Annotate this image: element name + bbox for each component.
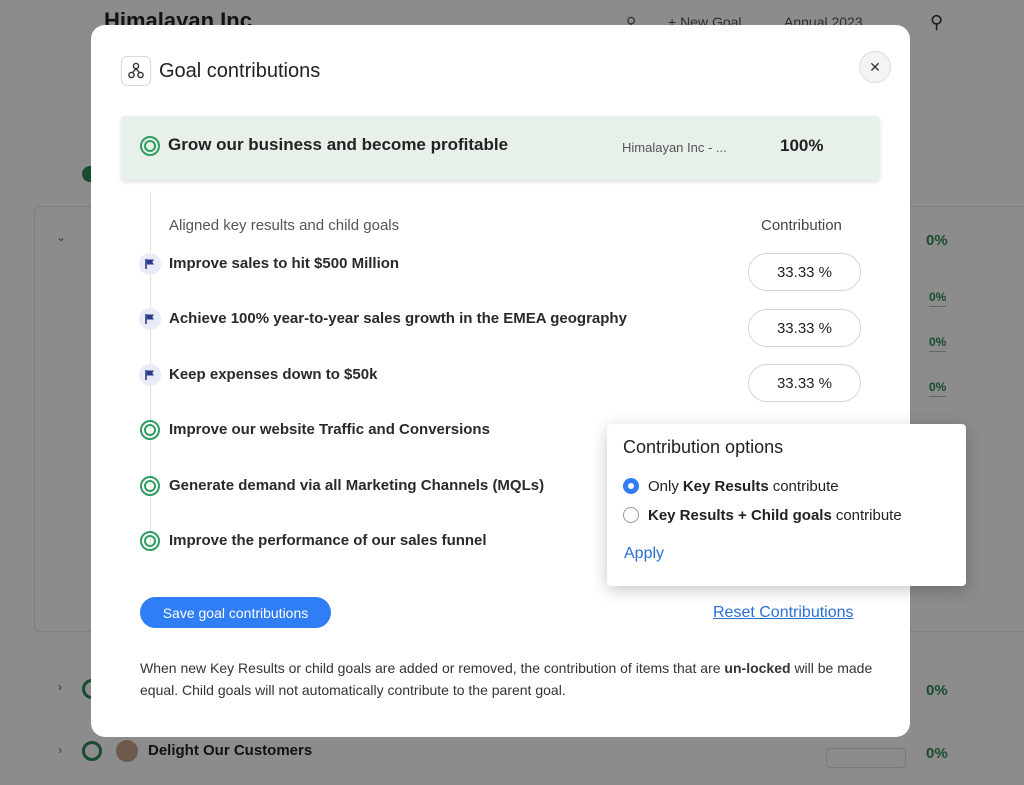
goal-icon — [140, 136, 160, 156]
list-item-label: Improve sales to hit $500 Million — [169, 255, 400, 272]
contribution-input[interactable]: 33.33 % — [748, 309, 861, 347]
close-icon: ✕ — [869, 58, 881, 75]
footer-note-text: When new Key Results or child goals are … — [140, 660, 721, 676]
option-text: contribute — [772, 477, 839, 495]
list-item-label: Generate demand via all Marketing Channe… — [169, 477, 545, 494]
save-contributions-button[interactable]: Save goal contributions — [140, 597, 331, 628]
radio-checked[interactable] — [623, 478, 639, 494]
list-item-label: Improve the performance of our sales fun… — [169, 532, 487, 549]
list-item-label: Improve our website Traffic and Conversi… — [169, 421, 490, 438]
hierarchy-icon — [121, 56, 151, 86]
apply-button[interactable]: Apply — [624, 545, 664, 563]
reset-contributions-link[interactable]: Reset Contributions — [713, 604, 854, 622]
goal-icon — [140, 531, 160, 551]
parent-goal-owner: Himalayan Inc - ... — [622, 140, 727, 155]
footer-note-bold: un-locked — [724, 660, 791, 676]
goal-icon — [140, 420, 160, 440]
list-item-label: Keep expenses down to $50k — [169, 366, 378, 383]
contribution-options-popover: Contribution options Only Key Results co… — [607, 424, 966, 586]
popover-title: Contribution options — [623, 437, 784, 457]
parent-goal-percent: 100% — [780, 136, 824, 155]
goal-contributions-modal: Goal contributions ✕ Grow our business a… — [91, 25, 910, 737]
option-key-results-child-goals[interactable]: Key Results + Child goals contribute — [623, 505, 902, 525]
footer-note: When new Key Results or child goals are … — [140, 657, 880, 701]
parent-goal-name: Grow our business and become profitable — [168, 135, 509, 154]
list-item-label: Achieve 100% year-to-year sales growth i… — [169, 310, 627, 327]
list-header: Aligned key results and child goals — [169, 217, 400, 234]
parent-goal-card: Grow our business and become profitable … — [121, 116, 880, 180]
option-text-bold: Key Results — [682, 477, 769, 495]
flag-icon — [139, 308, 161, 330]
flag-icon — [139, 253, 161, 275]
option-text: contribute — [835, 506, 902, 524]
close-button[interactable]: ✕ — [859, 51, 891, 83]
option-only-key-results[interactable]: Only Key Results contribute — [623, 476, 839, 496]
contribution-input[interactable]: 33.33 % — [748, 253, 861, 291]
contribution-header: Contribution — [761, 217, 842, 234]
option-text: Only — [648, 477, 679, 495]
radio-unchecked[interactable] — [623, 507, 639, 523]
contribution-input[interactable]: 33.33 % — [748, 364, 861, 402]
modal-title: Goal contributions — [159, 60, 321, 82]
option-text-bold: Key Results + Child goals — [648, 506, 832, 524]
goal-icon — [140, 476, 160, 496]
flag-icon — [139, 364, 161, 386]
